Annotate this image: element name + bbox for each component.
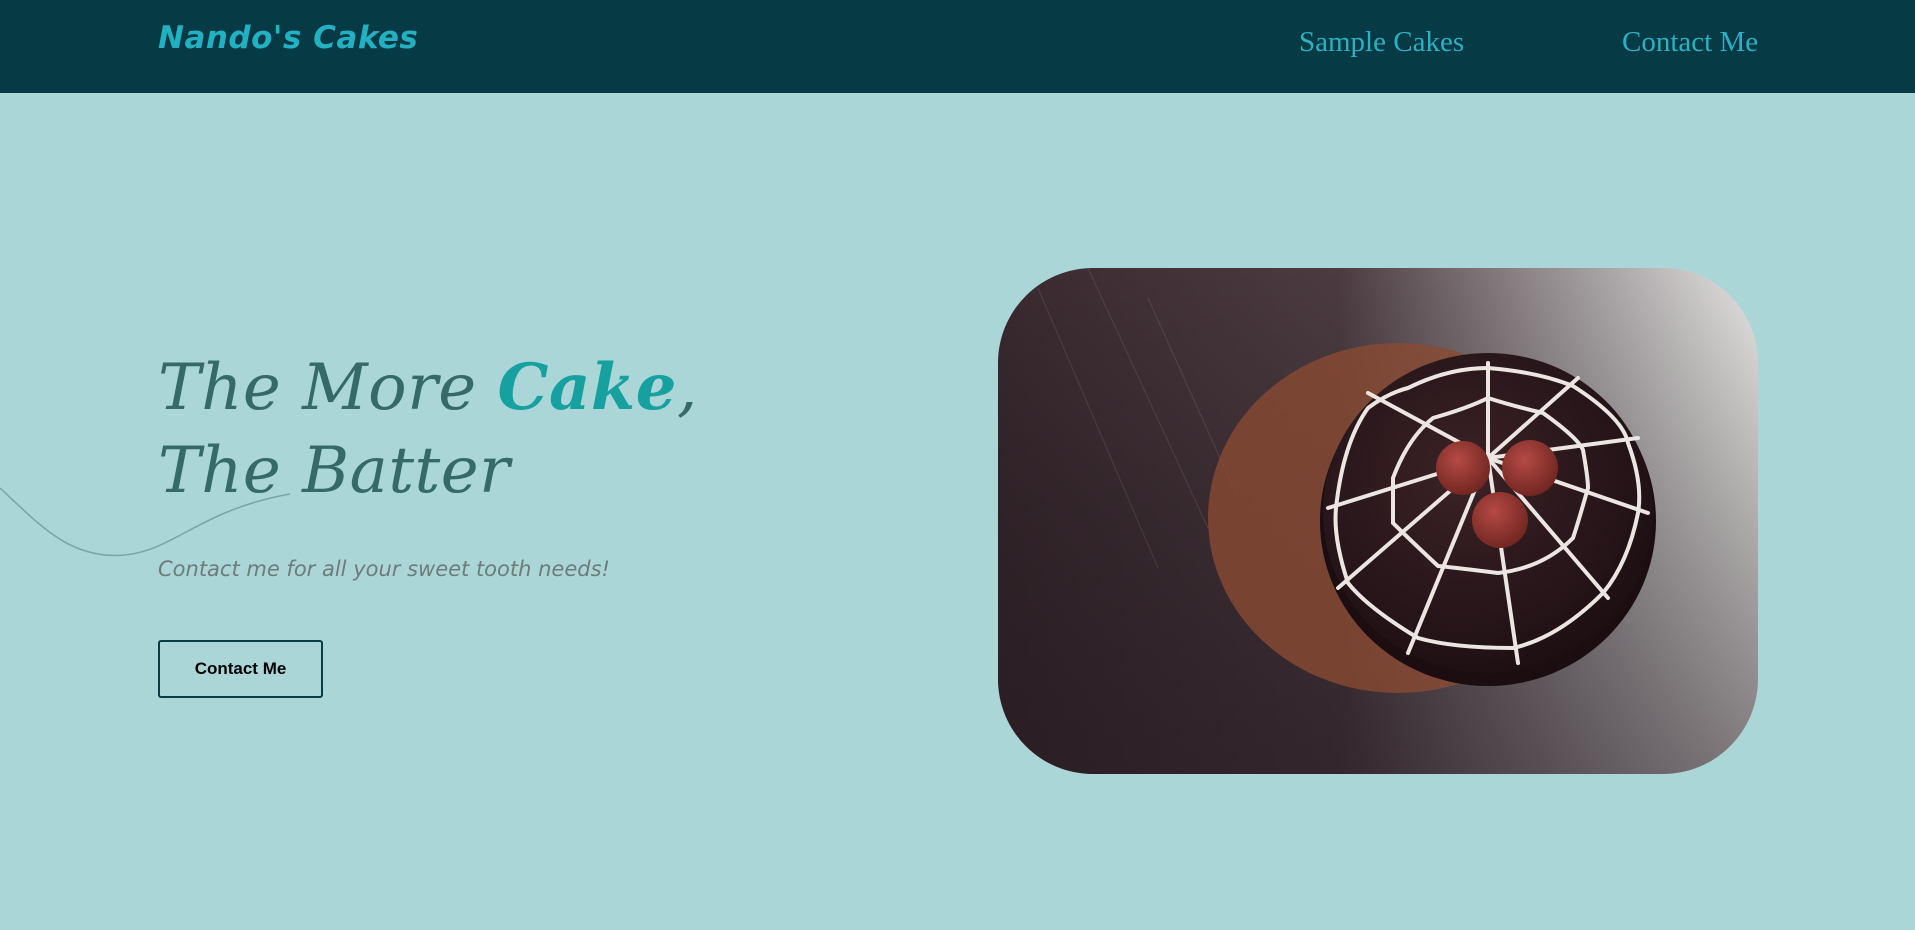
hero-subtitle: Contact me for all your sweet tooth need… [158, 557, 610, 581]
navbar: Nando's Cakes Sample Cakes Contact Me [0, 0, 1915, 93]
cake-image [998, 268, 1758, 774]
brand-logo[interactable]: Nando's Cakes [158, 20, 418, 56]
cake-photo [998, 268, 1758, 774]
hero-headline: The More Cake, The Batter [158, 346, 698, 513]
headline-accent-cake: Cake [497, 350, 677, 425]
headline-comma: , [676, 351, 698, 425]
nav-link-sample-cakes[interactable]: Sample Cakes [1299, 26, 1464, 59]
headline-text-2: The Batter [158, 434, 511, 508]
contact-me-button[interactable]: Contact Me [158, 640, 323, 698]
headline-text-1: The More [158, 351, 498, 425]
nav-link-contact-me[interactable]: Contact Me [1622, 26, 1758, 59]
